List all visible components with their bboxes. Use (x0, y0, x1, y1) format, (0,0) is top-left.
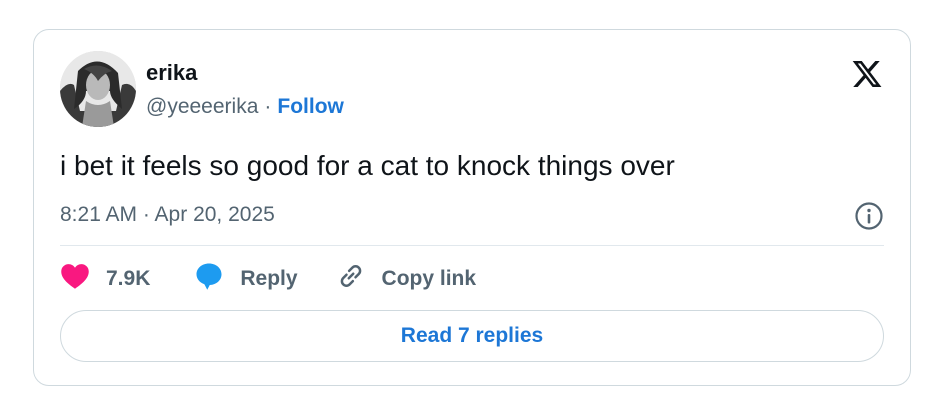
reply-label: Reply (240, 267, 298, 290)
like-count: 7.9K (106, 267, 151, 290)
read-replies-button[interactable]: Read 7 replies (60, 310, 884, 362)
author-name[interactable]: erika (146, 60, 197, 86)
x-logo-icon[interactable] (850, 58, 884, 90)
tweet-embed-card: erika @yeeeerika · Follow i bet it feels s… (33, 29, 911, 386)
copy-link-label: Copy link (381, 267, 477, 290)
author-handle[interactable]: @yeeeerika (146, 95, 258, 118)
tweet-timestamp[interactable]: 8:21 AM · Apr 20, 2025 (60, 201, 275, 229)
handle-row: @yeeeerika · Follow (146, 94, 344, 120)
copy-link-button[interactable]: Copy link (336, 261, 477, 297)
info-icon[interactable] (854, 201, 884, 231)
tweet-text: i bet it feels so good for a cat to knoc… (60, 150, 675, 181)
avatar[interactable] (60, 51, 136, 127)
heart-icon (60, 262, 90, 296)
action-bar: 7.9K Reply Copy link (60, 262, 476, 296)
like-button[interactable]: 7.9K (60, 262, 150, 296)
separator-dot: · (264, 95, 272, 118)
speech-bubble-icon (194, 261, 224, 297)
follow-button[interactable]: Follow (277, 95, 344, 118)
avatar-photo (60, 51, 136, 127)
reply-button[interactable]: Reply (194, 261, 298, 297)
divider (60, 245, 884, 246)
link-icon (336, 261, 366, 297)
